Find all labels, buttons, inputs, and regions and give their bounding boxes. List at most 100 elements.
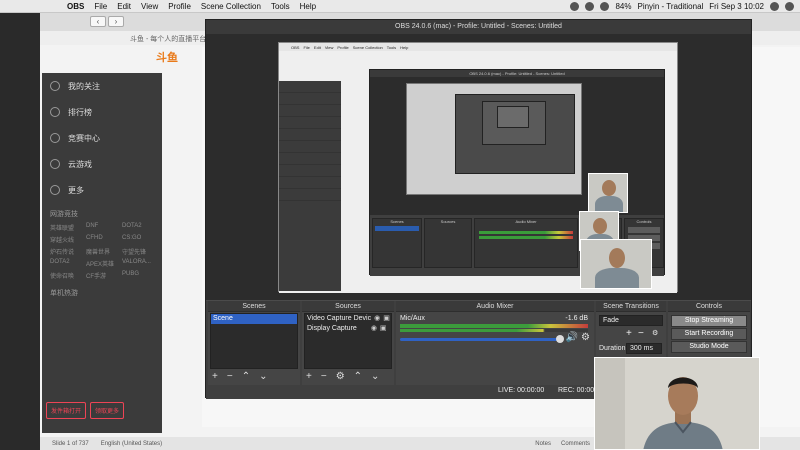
gamepad-icon [50, 159, 60, 169]
game-link[interactable]: APEX英雄 [86, 259, 118, 268]
input-method[interactable]: Pinyin - Traditional [637, 2, 703, 11]
dock-title: Sources [440, 219, 456, 224]
gear-icon[interactable]: ⚙ [336, 371, 345, 383]
menu-app-name[interactable]: OBS [62, 2, 89, 11]
game-link[interactable]: DOTA2 [50, 259, 82, 268]
move-up-icon[interactable]: ⌃ [354, 371, 362, 383]
record-status-icon[interactable] [570, 2, 580, 11]
forward-button[interactable]: › [108, 16, 124, 27]
game-link[interactable]: VALORA... [122, 259, 154, 268]
source-item[interactable]: Video Capture Devic ◉ ▣ [305, 314, 391, 324]
gear-icon[interactable]: ⚙ [581, 332, 590, 343]
menu-tools[interactable]: Tools [266, 2, 295, 11]
sidebar-item-follow[interactable]: 我的关注 [42, 73, 162, 99]
sidebar-item-cloud-game[interactable]: 云游戏 [42, 151, 162, 177]
game-link[interactable]: 炉石传说 [50, 247, 82, 256]
lock-icon[interactable]: ▣ [380, 324, 387, 334]
move-down-icon[interactable]: ⌄ [259, 371, 267, 383]
game-link[interactable]: DNF [86, 223, 118, 232]
battery-percent[interactable]: 84% [615, 2, 631, 11]
scene-transitions-title: Scene Transitions [596, 301, 666, 312]
move-down-icon[interactable]: ⌄ [371, 371, 379, 383]
menu-edit[interactable]: Edit [112, 2, 136, 11]
eye-icon[interactable]: ◉ [374, 314, 380, 324]
start-recording-button[interactable]: Start Recording [671, 328, 747, 340]
obs-title-bar: OBS 24.0.6 (mac) - Profile: Untitled - S… [206, 20, 751, 34]
obs-window: OBS 24.0.6 (mac) - Profile: Untitled - S… [205, 19, 752, 399]
volume-slider[interactable] [400, 338, 562, 341]
game-link[interactable]: 穿越火线 [50, 235, 82, 244]
presenter-image [595, 358, 759, 449]
douyu-logo[interactable]: 斗鱼 [156, 49, 178, 65]
transition-select[interactable]: Fade [599, 315, 663, 326]
captured-menu-scene-collection: Scene Collection [352, 44, 383, 50]
game-link[interactable]: 使命召唤 [50, 271, 82, 280]
sources-list[interactable]: Video Capture Devic ◉ ▣ Display Capture ◉ ▣ [304, 313, 392, 369]
promo-button[interactable]: 领取更多 [90, 402, 125, 419]
game-link[interactable]: 英雄联盟 [50, 223, 82, 232]
eye-icon[interactable]: ◉ [371, 324, 377, 334]
captured-menu-file: File [303, 44, 310, 50]
add-scene-button[interactable]: + [212, 371, 218, 383]
duration-input[interactable]: 300 ms [626, 343, 662, 354]
game-link[interactable]: CF手游 [86, 271, 118, 280]
source-item[interactable]: Display Capture ◉ ▣ [305, 324, 391, 334]
volume-meter-secondary [400, 329, 588, 332]
source-label: Display Capture [307, 325, 357, 332]
wechat-icon[interactable] [585, 2, 595, 11]
lock-icon[interactable]: ▣ [383, 314, 390, 324]
search-icon[interactable] [770, 2, 779, 11]
stop-streaming-button[interactable]: Stop Streaming [671, 315, 747, 327]
notification-center-icon[interactable] [785, 2, 794, 11]
back-button[interactable]: ‹ [90, 16, 106, 27]
game-link[interactable]: CFHD [86, 235, 118, 244]
sidebar-label: 排行榜 [68, 107, 92, 117]
captured-menu-view: View [324, 44, 334, 50]
captured-mixer-dock: Audio Mixer [474, 218, 578, 268]
studio-mode-button[interactable]: Studio Mode [671, 341, 747, 353]
sidebar-item-more[interactable]: 更多 [42, 177, 162, 203]
sidebar-label: 竞赛中心 [68, 133, 100, 143]
menu-help[interactable]: Help [295, 2, 321, 11]
douyu-sidebar: 我的关注 排行榜 竞赛中心 云游戏 更多 网游竞技 英雄联盟 DNF DOTA2… [42, 73, 162, 433]
sidebar-item-contest[interactable]: 竞赛中心 [42, 125, 162, 151]
menu-scene-collection[interactable]: Scene Collection [196, 2, 266, 11]
game-link[interactable]: 守望先锋 [122, 247, 154, 256]
speaker-icon[interactable]: 🔊 [566, 332, 578, 343]
game-link[interactable]: CS:GO [122, 235, 154, 244]
wifi-icon[interactable] [600, 2, 610, 11]
more-icon [50, 185, 60, 195]
menu-profile[interactable]: Profile [163, 2, 196, 11]
webcam-overlay [594, 357, 760, 450]
comments-button[interactable]: Comments [561, 441, 590, 447]
ranking-icon [50, 107, 60, 117]
game-link[interactable]: PUBG [122, 271, 154, 280]
menu-view[interactable]: View [136, 2, 163, 11]
sidebar-item-ranking[interactable]: 排行榜 [42, 99, 162, 125]
scene-item[interactable]: Scene [211, 314, 297, 324]
source-label: Video Capture Devic [307, 315, 372, 322]
remove-scene-button[interactable]: − [227, 371, 233, 383]
game-link[interactable]: 魔兽世界 [86, 247, 118, 256]
captured-scenes-dock: Scenes [372, 218, 422, 268]
menu-file[interactable]: File [89, 2, 112, 11]
game-link[interactable]: DOTA2 [122, 223, 154, 232]
remove-source-button[interactable]: − [321, 371, 327, 383]
section-header-games: 网游竞技 [50, 211, 78, 218]
promo-button[interactable]: 发件箱打开 [46, 402, 87, 419]
volume-slider-handle[interactable] [556, 335, 564, 343]
notes-button[interactable]: Notes [535, 441, 551, 447]
scenes-list[interactable]: Scene [210, 313, 298, 369]
heart-icon [50, 81, 60, 91]
obs-preview[interactable]: OBS File Edit View Profile Scene Collect… [206, 34, 751, 300]
move-up-icon[interactable]: ⌃ [242, 371, 250, 383]
captured-level-4 [455, 94, 575, 174]
add-transition-button[interactable]: + [626, 328, 632, 339]
language-indicator[interactable]: English (United States) [101, 441, 162, 447]
clock[interactable]: Fri Sep 3 10:02 [709, 2, 764, 11]
remove-transition-button[interactable]: − [638, 328, 644, 339]
gear-icon[interactable]: ⚙ [652, 329, 658, 337]
screen: OBS File Edit View Profile Scene Collect… [0, 0, 800, 450]
add-source-button[interactable]: + [306, 371, 312, 383]
scenes-dock-title: Scenes [208, 301, 300, 312]
